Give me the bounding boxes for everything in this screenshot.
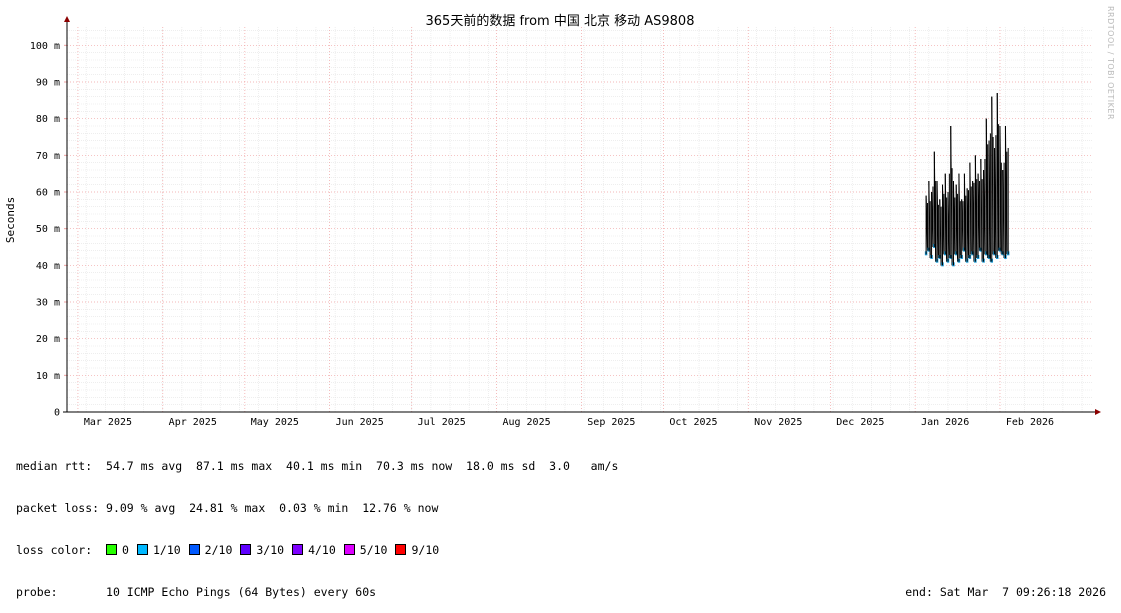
loss-color-label-item: 9/10 [411, 543, 440, 557]
major-grid [67, 27, 1093, 412]
legend: median rtt: 54.7 ms avg 87.1 ms max 40.1… [16, 431, 1106, 613]
minor-grid [67, 27, 1093, 412]
x-tick-label: Oct 2025 [669, 417, 717, 428]
loss-color-list: 0 1/10 2/10 3/10 4/10 5/10 9/10 [106, 543, 447, 557]
y-tick-label: 100 m [30, 41, 60, 52]
loss-color-swatch [136, 544, 148, 555]
x-tick-label: May 2025 [251, 417, 299, 428]
x-axis-ticks: Mar 2025 Apr 2025 May 2025 Jun 2025 Jul 2025… [84, 417, 1054, 428]
x-tick-label: Jan 2026 [921, 417, 969, 428]
loss-color-item: 1/10 [136, 543, 181, 557]
loss-color-label-item: 4/10 [308, 543, 336, 557]
y-tick-label: 70 m [36, 151, 60, 162]
latency-chart: 0 10 m 20 m 30 m 40 m 50 m 60 m 70 m 80 m 90 m 100… [4, 13, 1101, 428]
y-axis-label: Seconds [4, 197, 17, 243]
probe-label: probe: [16, 585, 58, 599]
loss-color-item: 5/10 [343, 543, 388, 557]
loss-color-item: 3/10 [240, 543, 284, 557]
loss-color-swatch [395, 544, 407, 555]
loss-color-item: 4/10 [292, 543, 336, 557]
x-tick-label: Sep 2025 [587, 417, 635, 428]
loss-color-label-item: 1/10 [152, 543, 181, 557]
loss-color-item: 9/10 [395, 543, 439, 557]
loss-color-label-item: 3/10 [256, 543, 285, 557]
y-axis-arrow [64, 16, 70, 22]
loss-color-item: 2/10 [188, 543, 233, 557]
y-tick-label: 80 m [36, 114, 60, 125]
loss-color-swatch [188, 544, 200, 555]
x-tick-label: Feb 2026 [1006, 417, 1054, 428]
median-rtt-row: median rtt: 54.7 ms avg 87.1 ms max 40.1… [16, 459, 1106, 473]
end-timestamp: end: Sat Mar 7 09:26:18 2026 [905, 585, 1106, 599]
y-axis-ticks: 0 10 m 20 m 30 m 40 m 50 m 60 m 70 m 80 m 90 m 100… [30, 41, 67, 419]
packet-loss-row: packet loss: 9.09 % avg 24.81 % max 0.03… [16, 501, 1106, 515]
loss-color-swatch [240, 544, 252, 555]
y-tick-label: 60 m [36, 188, 60, 199]
median-rtt-label: median rtt: [16, 459, 93, 473]
loss-color-label-item: 2/10 [204, 543, 233, 557]
loss-color-label-item: 5/10 [359, 543, 388, 557]
y-tick-label: 10 m [36, 371, 60, 382]
x-tick-label: Mar 2025 [84, 417, 132, 428]
y-tick-label: 30 m [36, 298, 60, 309]
loss-color-label-item: 0 [122, 543, 129, 557]
x-tick-label: Aug 2025 [502, 417, 550, 428]
x-tick-label: Jun 2025 [336, 417, 384, 428]
loss-color-label: loss color: [16, 543, 93, 557]
y-tick-label: 20 m [36, 334, 60, 345]
packet-loss-label: packet loss: [16, 501, 100, 515]
x-axis-arrow [1095, 409, 1101, 415]
rrdtool-watermark: RRDTOOL / TOBI OETIKER [1106, 6, 1115, 121]
loss-color-swatch [343, 544, 355, 555]
y-tick-label: 50 m [36, 224, 60, 235]
x-tick-label: Dec 2025 [836, 417, 884, 428]
x-tick-label: Apr 2025 [169, 417, 217, 428]
chart-title: 365天前的数据 from 中国 北京 移动 AS9808 [426, 13, 695, 29]
probe-description: 10 ICMP Echo Pings (64 Bytes) every 60s [106, 585, 377, 599]
loss-color-row: loss color: 0 1/10 2/10 3/10 4/10 5/10 9/10 [16, 543, 1106, 557]
y-tick-label: 40 m [36, 261, 60, 272]
probe-row: probe: 10 ICMP Echo Pings (64 Bytes) eve… [16, 585, 1106, 599]
median-rtt-stats: 54.7 ms avg 87.1 ms max 40.1 ms min 70.3… [106, 459, 619, 473]
x-tick-label: Jul 2025 [418, 417, 466, 428]
loss-color-swatch [292, 544, 304, 555]
loss-color-swatch [106, 544, 118, 555]
y-tick-label: 0 [54, 408, 60, 419]
y-tick-label: 90 m [36, 78, 60, 89]
loss-color-item: 0 [106, 543, 129, 557]
packet-loss-stats: 9.09 % avg 24.81 % max 0.03 % min 12.76 … [106, 501, 439, 515]
x-tick-label: Nov 2025 [754, 417, 802, 428]
